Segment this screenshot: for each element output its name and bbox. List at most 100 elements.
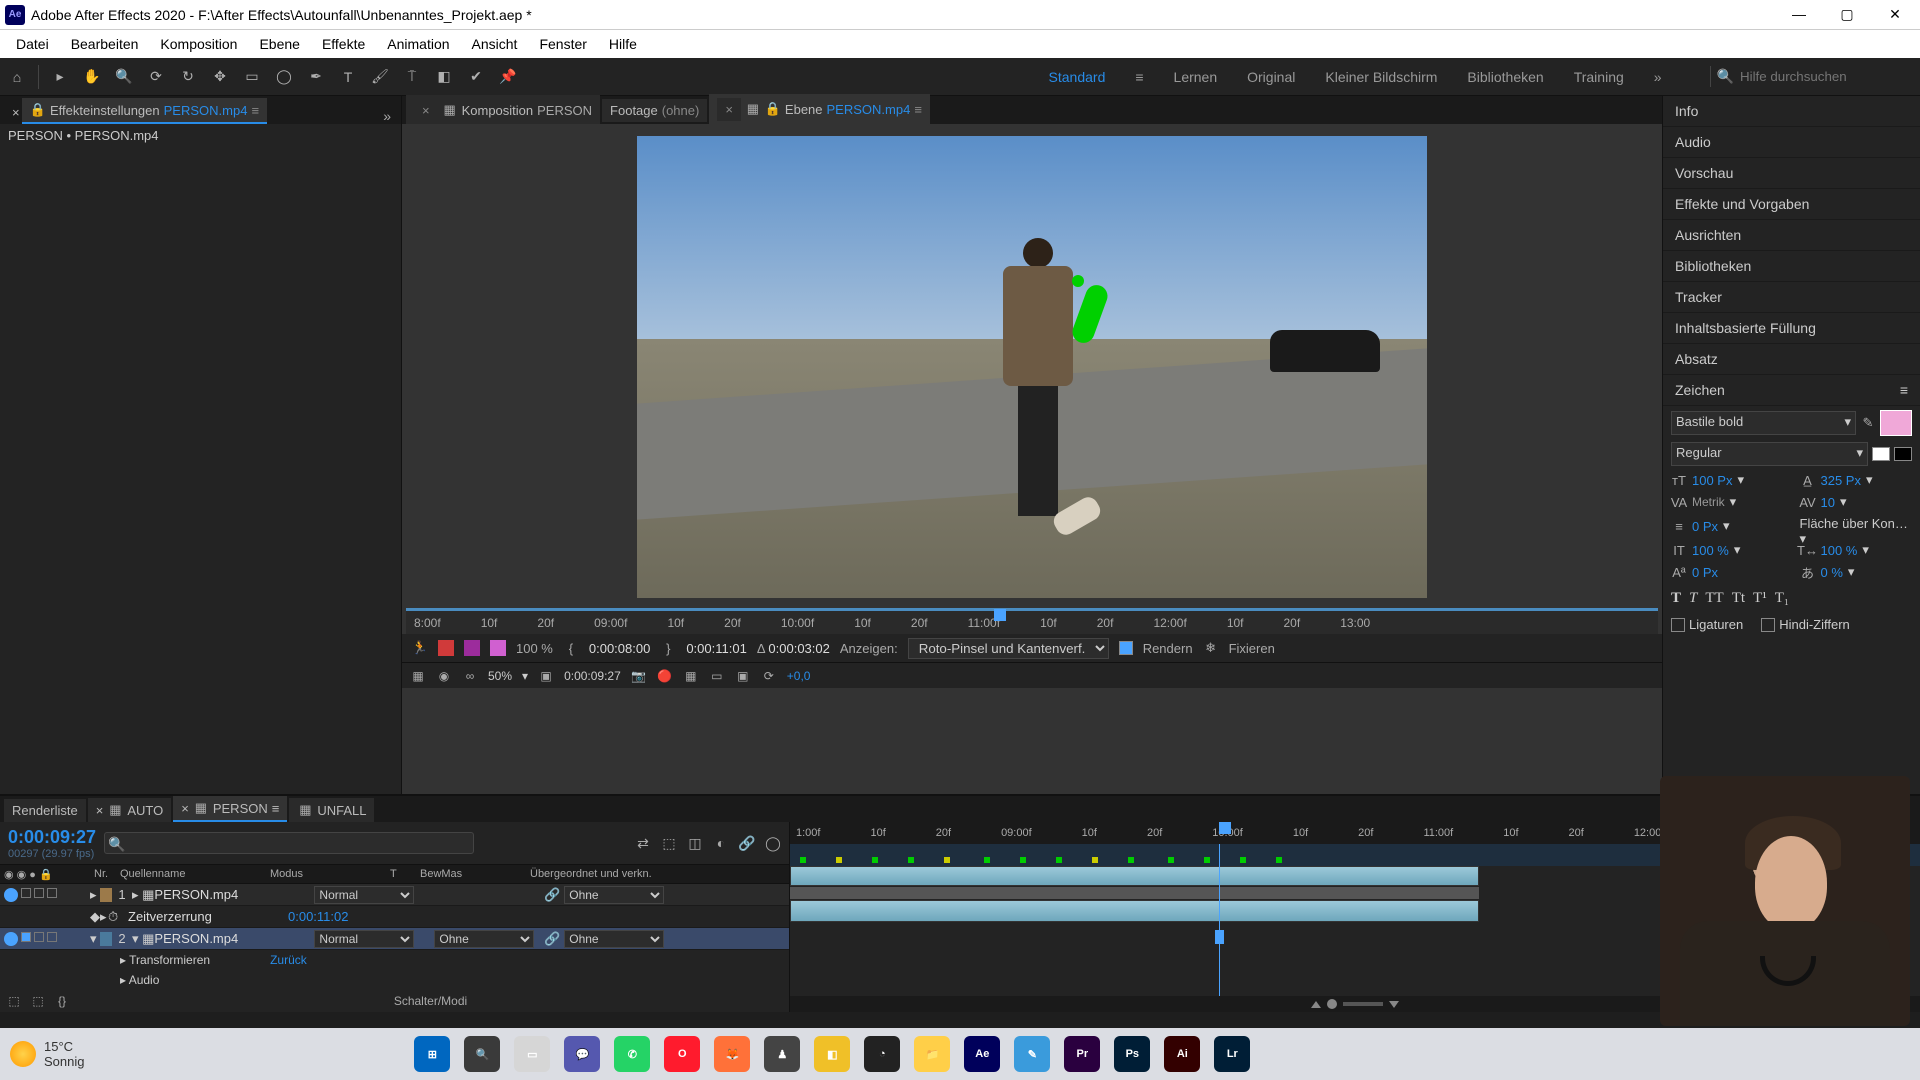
mode-select[interactable]: Normal	[314, 930, 414, 948]
playhead-line[interactable]	[1219, 844, 1220, 1012]
baseline-value[interactable]: 0 Px	[1692, 565, 1718, 580]
resolution-icon[interactable]: ▣	[538, 668, 554, 684]
toggle3-icon[interactable]: {}	[54, 993, 70, 1009]
taskbar-teams-icon[interactable]: 💬	[564, 1036, 600, 1072]
menu-fenster[interactable]: Fenster	[529, 34, 596, 54]
maximize-button[interactable]: ▢	[1837, 6, 1857, 23]
grid-icon[interactable]: ▦	[683, 668, 699, 684]
freeze-label[interactable]: Fixieren	[1229, 641, 1275, 656]
ellipse-tool-icon[interactable]: ◯	[273, 66, 295, 88]
clip-time-remap[interactable]	[790, 887, 1479, 899]
workspace-lernen[interactable]: Lernen	[1174, 69, 1218, 85]
time-remap-row[interactable]: ◆▸ ⏱ Zeitverzerrung 0:00:11:02	[0, 906, 789, 928]
display-mode-select[interactable]: Roto-Pinsel und Kantenverf.	[908, 638, 1109, 659]
smallcaps-button[interactable]: Tt	[1732, 590, 1745, 607]
clip-layer-1[interactable]	[790, 866, 1479, 886]
current-time-display[interactable]: 0:00:09:27	[8, 827, 96, 848]
playhead-icon[interactable]	[1219, 822, 1231, 834]
tab-renderliste[interactable]: Renderliste	[4, 799, 86, 822]
fill-color-swatch[interactable]	[1880, 410, 1912, 436]
puppet-tool-icon[interactable]: 📌	[497, 66, 519, 88]
taskbar-taskview-icon[interactable]: ▭	[514, 1036, 550, 1072]
stroke-mode-select[interactable]: Fläche über Kon… ▾	[1800, 516, 1913, 536]
rgb-icon[interactable]: 🔴	[657, 668, 673, 684]
tab-footage[interactable]: Footage (ohne)	[602, 99, 707, 122]
tab-auto[interactable]: × ▦ AUTO	[88, 798, 171, 822]
toggle1-icon[interactable]: ⬚	[6, 993, 22, 1009]
mode-select[interactable]: Normal	[314, 886, 414, 904]
font-style-select[interactable]: Regular ▾	[1671, 442, 1868, 466]
comp-flow-icon[interactable]: ⇄	[635, 835, 651, 851]
render-checkbox[interactable]	[1119, 641, 1133, 655]
panel-vorschau[interactable]: Vorschau	[1663, 158, 1920, 189]
panel-expand-icon[interactable]: »	[377, 108, 397, 124]
link-icon[interactable]: 🔗	[739, 835, 755, 851]
footer-timecode[interactable]: 0:00:09:27	[564, 669, 621, 683]
selection-tool-icon[interactable]: ▸	[49, 66, 71, 88]
zoom-tool-icon[interactable]: 🔍	[113, 66, 135, 88]
panel-bibliotheken[interactable]: Bibliotheken	[1663, 251, 1920, 282]
close-icon[interactable]: ×	[414, 99, 438, 122]
stroke-icon[interactable]	[1894, 447, 1912, 461]
panel-tracker[interactable]: Tracker	[1663, 282, 1920, 313]
in-bracket-icon[interactable]: {	[563, 640, 579, 656]
safe-icon[interactable]: ▣	[735, 668, 751, 684]
tab-ebene[interactable]: × ▦ 🔒 Ebene PERSON.mp4 ≡	[709, 94, 930, 127]
vscale-value[interactable]: 100 %	[1692, 543, 1729, 558]
visibility-icon[interactable]	[4, 932, 18, 946]
workspace-standard[interactable]: Standard	[1049, 69, 1106, 85]
channel-icon[interactable]: ◉	[436, 668, 452, 684]
parent-select[interactable]: Ohne	[564, 886, 664, 904]
time-remap-value[interactable]: 0:00:11:02	[288, 909, 348, 924]
italic-button[interactable]: T	[1689, 590, 1697, 607]
taskbar-whatsapp-icon[interactable]: ✆	[614, 1036, 650, 1072]
taskbar-premiere-icon[interactable]: Pr	[1064, 1036, 1100, 1072]
ligatures-checkbox[interactable]: Ligaturen	[1671, 617, 1743, 632]
timeline-search-input[interactable]: 🔍	[104, 832, 474, 854]
home-icon[interactable]: ⌂	[6, 66, 28, 88]
workspace-original[interactable]: Original	[1247, 69, 1295, 85]
rotobrush-tool-icon[interactable]: ✔	[465, 66, 487, 88]
taskbar-photoshop-icon[interactable]: Ps	[1114, 1036, 1150, 1072]
playhead-handle-icon[interactable]	[1215, 930, 1224, 944]
taskbar-explorer-icon[interactable]: 📁	[914, 1036, 950, 1072]
zoom-value[interactable]: 50%	[488, 669, 512, 683]
taskbar-start-icon[interactable]: ⊞	[414, 1036, 450, 1072]
trkmat-select[interactable]: Ohne	[434, 930, 534, 948]
in-point-value[interactable]: 0:00:08:00	[589, 641, 650, 656]
taskbar-app3-icon[interactable]: ✎	[1014, 1036, 1050, 1072]
layer-time-ruler[interactable]: 8:00f10f20f 09:00f10f20f 10:00f10f20f 11…	[406, 608, 1658, 634]
rectangle-tool-icon[interactable]: ▭	[241, 66, 263, 88]
taskbar-search-icon[interactable]: 🔍	[464, 1036, 500, 1072]
taskbar-app1-icon[interactable]: ♟	[764, 1036, 800, 1072]
workspace-biblio[interactable]: Bibliotheken	[1467, 69, 1543, 85]
font-family-select[interactable]: Bastile bold ▾	[1671, 411, 1856, 435]
parent-select[interactable]: Ohne	[564, 930, 664, 948]
purple-swatch-icon[interactable]	[464, 640, 480, 656]
layer-row-2[interactable]: ▾ 2 ▾ ▦ PERSON.mp4 Normal Ohne 🔗 Ohne	[0, 928, 789, 950]
close-icon[interactable]: ×	[717, 98, 741, 121]
tab-komposition[interactable]: × ▦ Komposition PERSON	[406, 95, 600, 126]
workspace-more-icon[interactable]: »	[1654, 69, 1662, 85]
transform-row[interactable]: ▸ Transformieren Zurück	[0, 950, 789, 970]
panel-audio[interactable]: Audio	[1663, 127, 1920, 158]
menu-effekte[interactable]: Effekte	[312, 34, 375, 54]
hand-tool-icon[interactable]: ✋	[81, 66, 103, 88]
anchor-tool-icon[interactable]: ✥	[209, 66, 231, 88]
clip-layer-2[interactable]	[790, 900, 1479, 922]
leading-value[interactable]: 325 Px	[1821, 473, 1861, 488]
playhead-icon[interactable]	[994, 609, 1006, 621]
panel-contentfill[interactable]: Inhaltsbasierte Füllung	[1663, 313, 1920, 344]
menu-bearbeiten[interactable]: Bearbeiten	[61, 34, 149, 54]
taskbar-opera-icon[interactable]: O	[664, 1036, 700, 1072]
hscale-value[interactable]: 100 %	[1821, 543, 1858, 558]
motion-blur-icon[interactable]: ◐	[713, 835, 729, 851]
panel-info[interactable]: Info	[1663, 96, 1920, 127]
taskbar-obs-icon[interactable]: ◔	[864, 1036, 900, 1072]
marker-icon[interactable]: ◯	[765, 835, 781, 851]
layer-row-1[interactable]: ▸ 1 ▸ ▦ PERSON.mp4 Normal 🔗 Ohne	[0, 884, 789, 906]
tsume-value[interactable]: 0 %	[1821, 565, 1843, 580]
tab-unfall[interactable]: ▦ UNFALL	[289, 798, 374, 822]
mask-icon[interactable]: ∞	[462, 668, 478, 684]
workspace-training[interactable]: Training	[1574, 69, 1624, 85]
